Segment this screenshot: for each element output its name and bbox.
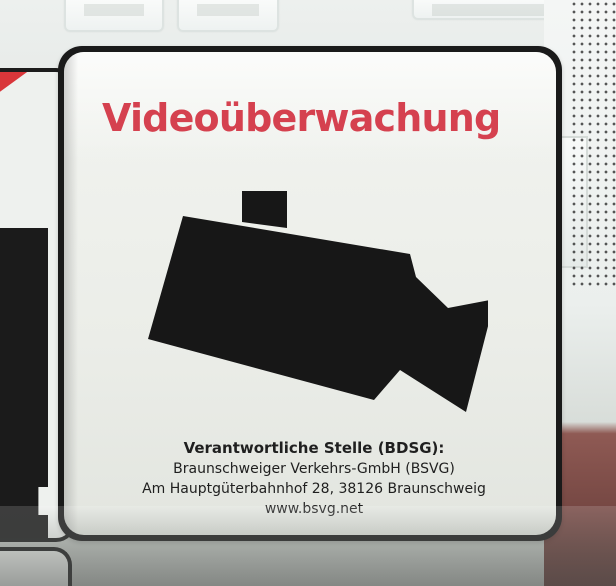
background-window	[412, 0, 566, 20]
background-window	[64, 0, 164, 32]
photo-scene: Videoüberwachung Verantwortliche Stelle …	[0, 0, 616, 586]
responsible-label: Verantwortliche Stelle (BDSG):	[183, 439, 445, 457]
bottom-reflection	[0, 506, 616, 586]
sign-face: Videoüberwachung Verantwortliche Stelle …	[64, 52, 556, 535]
camera-body-and-lens	[148, 216, 488, 412]
glass-dot-pattern	[570, 0, 616, 290]
left-sign-black-graphic	[0, 228, 48, 538]
sign-headline: Videoüberwachung	[102, 96, 501, 140]
background-window	[177, 0, 279, 32]
camera-icon	[148, 191, 488, 412]
camera-top-block	[242, 191, 287, 228]
left-sign-red-stripe	[0, 72, 61, 99]
organization-address: Am Hauptgüterbahnhof 28, 38126 Braunschw…	[142, 481, 486, 497]
organization-name: Braunschweiger Verkehrs-GmbH (BSVG)	[173, 461, 455, 477]
video-surveillance-sign: Videoüberwachung Verantwortliche Stelle …	[58, 46, 562, 541]
